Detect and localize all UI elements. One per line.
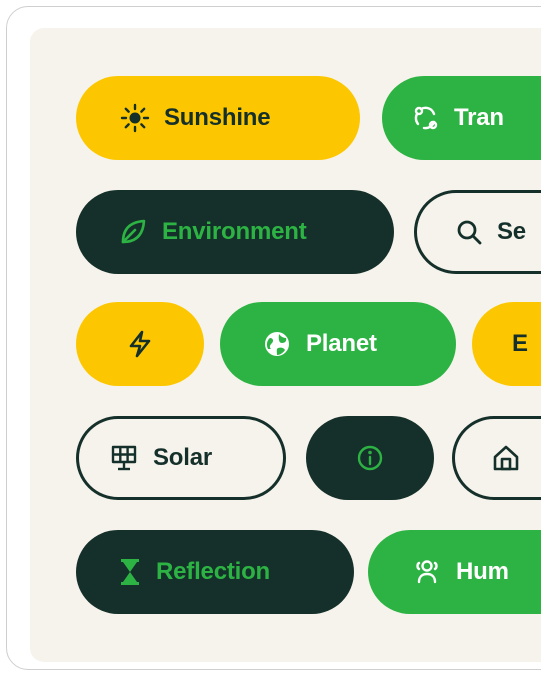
sun-icon — [120, 103, 150, 133]
edge-mask — [541, 0, 547, 678]
chip-en[interactable]: E — [472, 302, 547, 386]
solar-panel-icon — [109, 443, 139, 473]
chip-transport[interactable]: Tran — [382, 76, 547, 160]
chip-reflection[interactable]: Reflection — [76, 530, 354, 614]
hourglass-icon — [118, 557, 142, 587]
chip-info[interactable] — [306, 416, 434, 500]
chip-search[interactable]: Se — [414, 190, 547, 274]
people-icon — [412, 557, 442, 587]
chip-label: Environment — [162, 218, 307, 245]
leaf-icon — [118, 217, 148, 247]
chip-planet[interactable]: Planet — [220, 302, 456, 386]
lightning-icon — [126, 329, 154, 359]
chip-environment[interactable]: Environment — [76, 190, 394, 274]
recycle-icon — [412, 104, 440, 132]
chip-label: Tran — [454, 104, 504, 131]
globe-icon — [262, 329, 292, 359]
chip-label: Hum — [456, 558, 509, 585]
chip-label: Planet — [306, 330, 377, 357]
chip-human[interactable]: Hum — [368, 530, 547, 614]
chip-home[interactable] — [452, 416, 547, 500]
chip-energy[interactable] — [76, 302, 204, 386]
chip-solar[interactable]: Solar — [76, 416, 286, 500]
canvas: Sunshine Tran Environment Se Planet E So… — [0, 0, 547, 678]
chip-label: Sunshine — [164, 104, 271, 131]
chip-label: Solar — [153, 444, 213, 471]
chip-label: Se — [497, 218, 526, 245]
chip-sunshine[interactable]: Sunshine — [76, 76, 360, 160]
search-icon — [455, 218, 483, 246]
chip-label: E — [512, 330, 528, 357]
home-icon — [491, 443, 521, 473]
chip-label: Reflection — [156, 558, 271, 585]
info-icon — [355, 443, 385, 473]
